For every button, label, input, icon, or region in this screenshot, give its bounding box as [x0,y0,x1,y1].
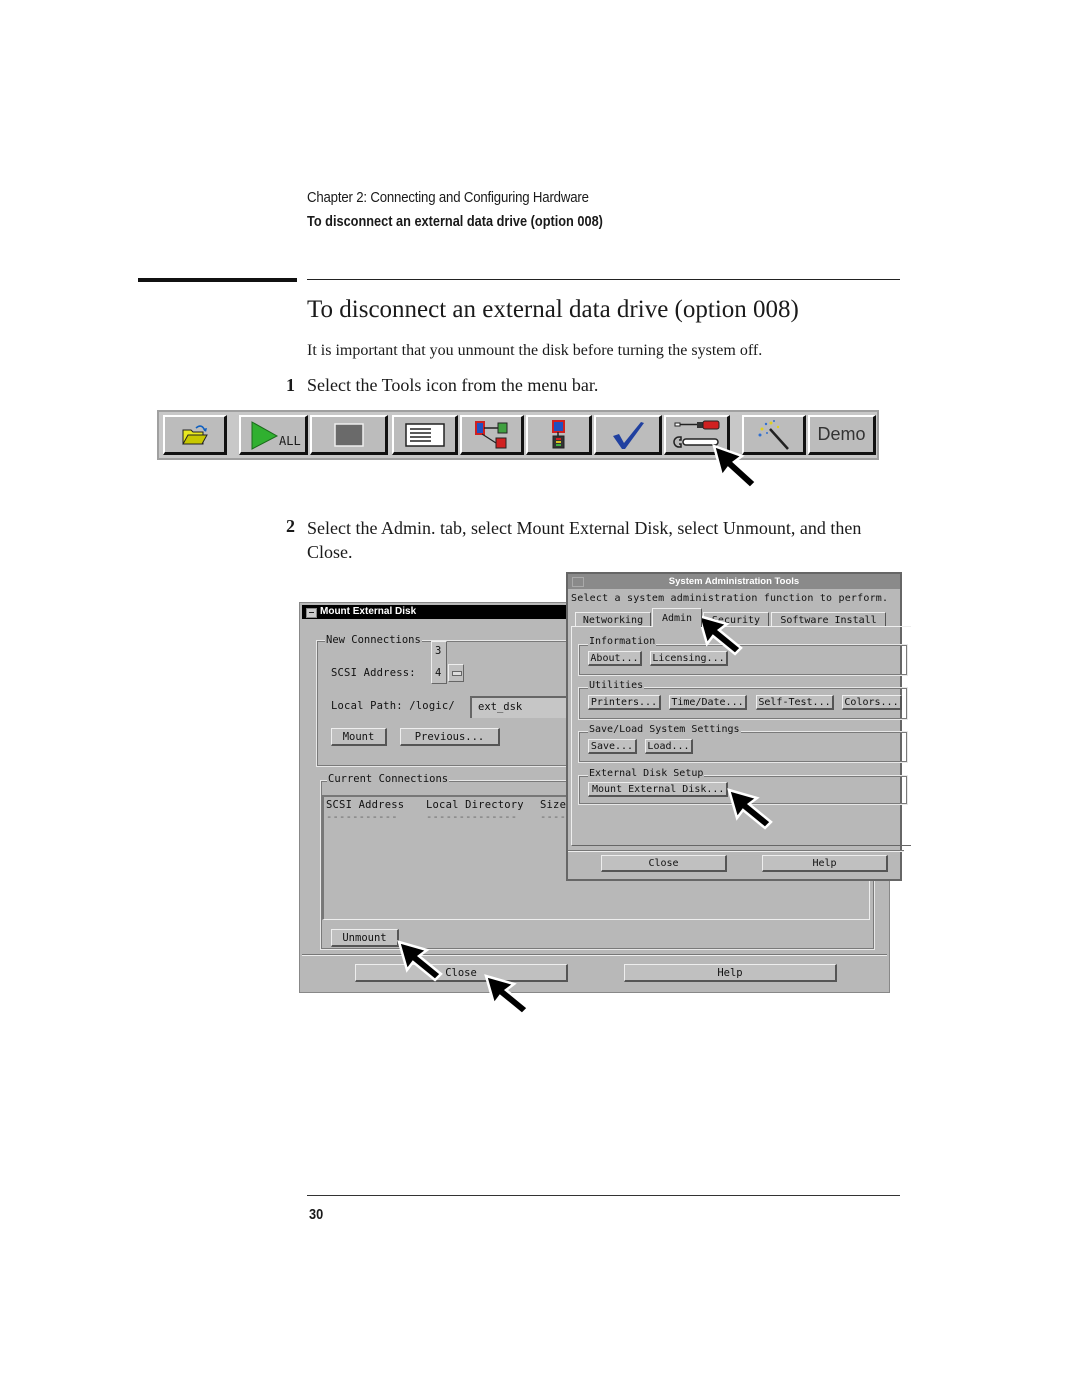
scsi-address-value[interactable]: 4 [435,667,442,679]
column-header-scsi-address: SCSI Address [326,799,405,811]
save-load-label: Save/Load System Settings [588,724,741,735]
self-test-button[interactable]: Self-Test... [756,695,834,710]
mount-dialog-close-button[interactable]: Close [355,964,568,982]
pointer-arrow-icon [697,614,743,656]
step-2-text: Select the Admin. tab, select Mount Exte… [307,518,862,562]
sysadmin-close-button[interactable]: Close [601,855,727,872]
run-all-icon [251,420,279,450]
page-number: 30 [309,1206,324,1223]
system-config-icon [474,420,507,448]
sysadmin-help-button[interactable]: Help [762,855,888,872]
demo-icon: Demo [817,424,866,444]
window-menu-icon[interactable] [572,577,584,587]
toolbar-button-run-all[interactable]: ALL [239,415,308,455]
column-divider: -------------- [426,811,518,823]
toolbar-button-demo[interactable]: Demo [808,415,876,455]
new-connections-label: New Connections [325,634,422,646]
pointer-arrow-icon [397,940,443,982]
module-icon [551,419,565,448]
toolbar-button-listing[interactable] [392,415,458,455]
toolbar-button-open[interactable] [163,415,227,455]
column-divider: ----------- [326,811,398,823]
running-header-chapter: Chapter 2: Connecting and Configuring Ha… [307,189,589,206]
current-connections-label: Current Connections [327,773,450,785]
page-title: To disconnect an external data drive (op… [307,296,799,323]
step-2-number: 2 [286,516,295,536]
column-header-local-directory: Local Directory [426,799,524,811]
option-menu-icon [452,671,462,676]
tab-admin[interactable]: Admin [652,608,702,627]
load-button[interactable]: Load... [645,739,693,754]
local-path-input[interactable]: ext_dsk [470,696,570,718]
external-disk-setup-label: External Disk Setup [588,768,705,779]
sysadmin-title: System Administration Tools [668,576,800,587]
running-header-section: To disconnect an external data drive (op… [307,213,603,230]
tab-networking[interactable]: Networking [575,612,651,627]
colors-button[interactable]: Colors... [842,695,902,710]
sysadmin-prompt: Select a system administration function … [571,593,889,604]
step-1-text: Select the Tools icon from the menu bar. [307,375,599,395]
section-rule-thick [138,278,297,282]
dialog-separator [302,954,887,956]
footer-rule [307,1195,900,1196]
toolbar-button-stop[interactable] [310,415,388,455]
toolbar-button-check[interactable] [594,415,662,455]
previous-button[interactable]: Previous... [400,728,500,746]
toolbar-button-system-config[interactable] [460,415,524,455]
section-rule [307,279,900,280]
time-date-button[interactable]: Time/Date... [669,695,747,710]
about-button[interactable]: About... [588,651,642,666]
toolbar-button-module[interactable] [526,415,592,455]
menu-toolbar: ALL Demo [157,410,879,460]
scsi-address-label: SCSI Address: [331,667,416,679]
pointer-arrow-icon [484,974,530,1016]
open-folder-icon [181,424,208,444]
dialog-separator [568,850,904,852]
information-label: Information [588,636,657,647]
run-all-label: ALL [279,433,301,448]
column-header-size: Size [540,799,567,811]
tab-software-install[interactable]: Software Install [771,612,886,627]
mount-dialog-help-button[interactable]: Help [624,964,837,982]
intro-text: It is important that you unmount the dis… [307,342,763,359]
sysadmin-titlebar: System Administration Tools [568,574,900,589]
mount-dialog-title: Mount External Disk [320,606,417,617]
magic-wand-icon [758,419,789,450]
pointer-arrow-icon [727,788,773,830]
unmount-button[interactable]: Unmount [331,929,399,947]
printers-button[interactable]: Printers... [588,695,661,710]
scsi-address-dropdown-list[interactable]: 3 4 [431,641,447,684]
step-1-number: 1 [286,375,295,395]
column-divider: ---- [540,811,567,823]
mount-external-disk-button[interactable]: Mount External Disk... [588,782,728,797]
toolbar-separator [227,415,237,455]
local-path-label: Local Path: /logic/ [331,700,455,712]
save-button[interactable]: Save... [588,739,637,754]
window-menu-icon[interactable] [306,608,317,618]
pointer-arrow-icon [712,444,758,490]
scsi-address-option[interactable]: 3 [435,645,442,657]
scsi-address-option-button[interactable] [448,664,464,682]
mount-button[interactable]: Mount [331,728,387,746]
checkmark-icon [612,421,644,449]
stop-icon [333,422,364,447]
utilities-label: Utilities [588,680,645,691]
listing-icon [404,422,445,447]
